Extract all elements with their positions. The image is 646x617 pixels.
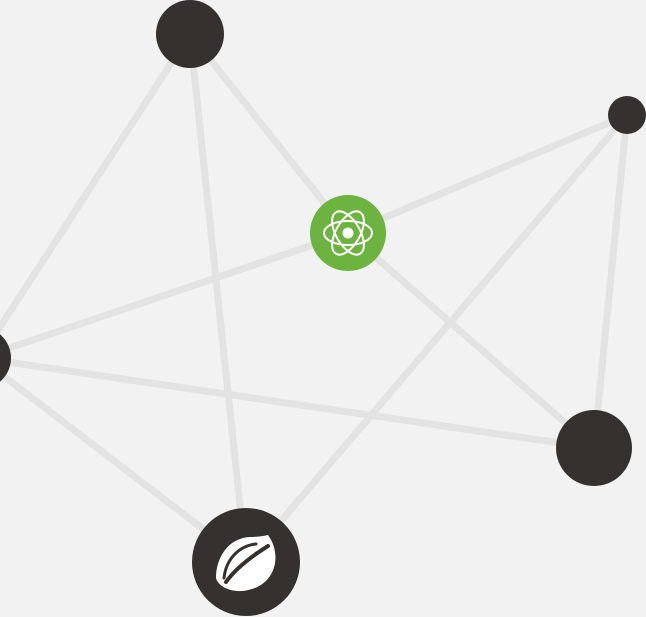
diagram-background: [0, 0, 646, 617]
atom-nucleus: [342, 227, 354, 239]
right-node-circle: [556, 410, 632, 486]
spring-node: [192, 508, 300, 616]
network-diagram: [0, 0, 646, 617]
top-node-circle: [156, 0, 224, 68]
top-right-node-circle: [608, 96, 646, 134]
right-node: [556, 410, 632, 486]
top-node: [156, 0, 224, 68]
top-right-node: [608, 96, 646, 134]
atom-node: [310, 195, 386, 271]
